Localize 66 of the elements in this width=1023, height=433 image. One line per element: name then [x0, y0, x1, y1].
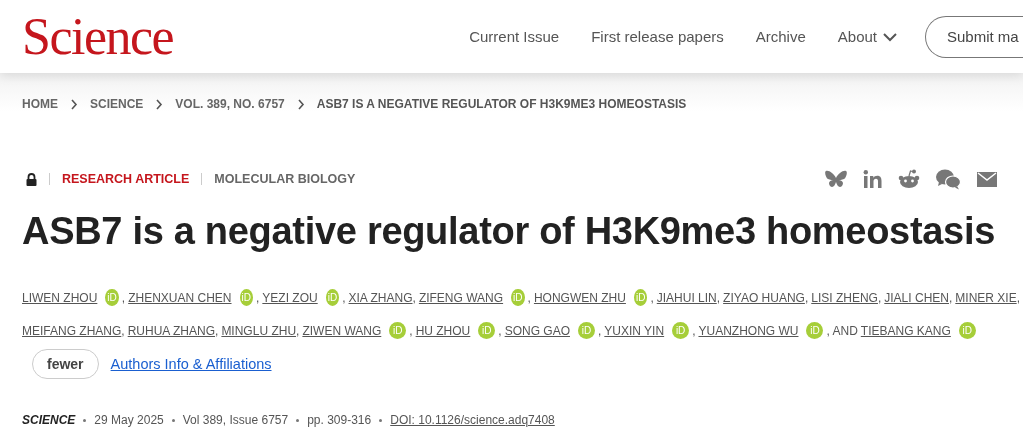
envelope-icon[interactable] — [977, 171, 997, 187]
separator-text: , — [527, 290, 531, 305]
page-range: pp. 309-316 — [307, 413, 372, 427]
chevron-right-icon — [296, 98, 305, 110]
volume-issue: Vol 389, Issue 6757 — [182, 413, 289, 427]
author-link[interactable]: YUXIN YIN — [604, 323, 665, 338]
author-link[interactable]: ZHENXUAN CHEN — [128, 290, 232, 305]
author-link[interactable]: MINER XIE — [955, 290, 1017, 305]
separator-text: , AND — [826, 323, 858, 338]
fewer-button[interactable]: fewer — [32, 349, 99, 379]
chat-bubbles-icon[interactable] — [936, 168, 961, 190]
chevron-down-icon — [883, 31, 897, 42]
author-link[interactable]: TIEBANG KANG — [860, 323, 951, 338]
nav-link[interactable]: Current Issue — [469, 28, 560, 45]
author-link[interactable]: JIALI CHEN — [884, 290, 949, 305]
chevron-right-icon — [70, 98, 78, 110]
author-link[interactable]: LISI ZHENG — [811, 290, 878, 305]
author-link[interactable]: SONG GAO — [504, 323, 570, 338]
separator-text: , — [804, 290, 809, 305]
article-title: ASB7 is a negative regulator of H3K9me3 homeostasis — [22, 209, 997, 254]
chevron-right-icon — [155, 98, 164, 110]
separator-text: , — [498, 323, 502, 338]
author-link[interactable]: MINGLU ZHU — [221, 323, 297, 338]
separator-text: , — [256, 290, 260, 305]
nav-link[interactable]: Archive — [755, 28, 806, 45]
separator-text: , — [650, 290, 654, 305]
separator-text: , — [296, 323, 300, 338]
author-link[interactable]: HONGWEN ZHU — [533, 290, 626, 305]
publication-date: 29 May 2025 — [94, 413, 164, 427]
breadcrumb-link[interactable]: SCIENCE — [90, 97, 144, 111]
separator-text: , — [409, 323, 413, 338]
separator-text: , — [412, 290, 416, 305]
butterfly-icon[interactable] — [825, 169, 847, 189]
author-link[interactable]: ZIYAO HUANG — [723, 290, 805, 305]
author-link[interactable]: HU ZHOU — [415, 323, 471, 338]
author-link[interactable]: ZIWEN WANG — [302, 323, 382, 338]
subject-label[interactable]: MOLECULAR BIOLOGY — [214, 172, 356, 186]
separator-text: , — [121, 323, 125, 338]
separator-text: , — [342, 290, 346, 305]
separator-text: , — [598, 323, 602, 338]
journal-name: SCIENCE — [22, 413, 76, 427]
separator-text: , — [121, 290, 126, 305]
article-type[interactable]: RESEARCH ARTICLE — [62, 172, 190, 186]
nav-link[interactable]: First release papers — [591, 28, 724, 45]
breadcrumb-link[interactable]: ASB7 IS A NEGATIVE REGULATOR OF H3K9ME3 HOMEOSTASIS — [316, 97, 687, 111]
separator-text: , — [716, 290, 721, 305]
author-link[interactable]: LIWEN ZHOU — [22, 290, 98, 305]
breadcrumb-link[interactable]: HOME — [22, 97, 58, 111]
site-logo[interactable]: Science — [22, 10, 174, 63]
breadcrumb-link[interactable]: VOL. 389, NO. 6757 — [175, 97, 285, 111]
linkedin-icon[interactable] — [863, 170, 882, 188]
separator-text: , — [877, 290, 882, 305]
author-link[interactable]: YEZI ZOU — [262, 290, 318, 305]
affiliations-link[interactable]: Authors Info & Affiliations — [110, 356, 272, 372]
reddit-icon[interactable] — [898, 169, 920, 189]
doi-link[interactable]: DOI: 10.1126/science.adq7408 — [390, 413, 555, 427]
separator-text: , — [948, 290, 953, 305]
separator-text: , — [1016, 290, 1020, 305]
nav-link[interactable]: About — [837, 28, 897, 45]
submit-button[interactable]: Submit ma — [925, 15, 1023, 58]
separator-text: , — [692, 323, 696, 338]
author-link[interactable]: YUANZHONG WU — [698, 323, 799, 338]
author-link[interactable]: JIAHUI LIN — [656, 290, 717, 305]
author-link[interactable]: ZIFENG WANG — [418, 290, 504, 305]
author-link[interactable]: XIA ZHANG — [348, 290, 413, 305]
separator-text: , — [215, 323, 219, 338]
